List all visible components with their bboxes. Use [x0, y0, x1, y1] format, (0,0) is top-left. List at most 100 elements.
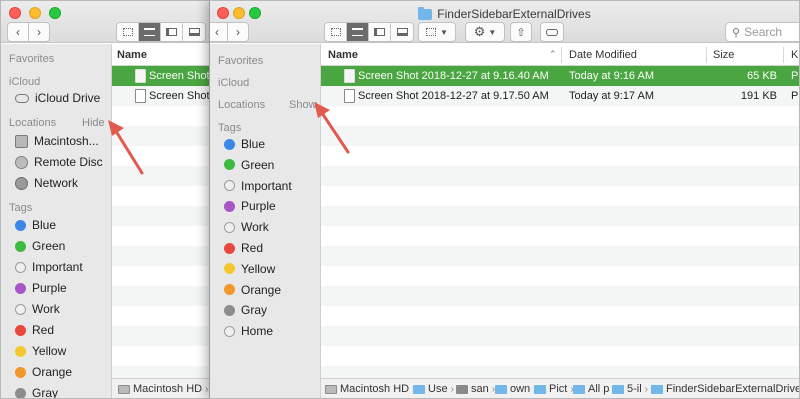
file-row[interactable]: Screen Shot 2 [112, 66, 213, 86]
path-label: Pict [549, 383, 568, 395]
search-field[interactable]: ⚲ [725, 22, 799, 42]
path-item[interactable]: Use › [413, 383, 454, 395]
file-row[interactable]: Screen Shot 2018-12-27 at 9.16.40 AM Tod… [321, 66, 799, 86]
sidebar-item-tag-yellow[interactable]: Yellow [224, 262, 275, 276]
path-item[interactable]: All p› [573, 383, 616, 395]
close-window-button[interactable] [9, 7, 21, 19]
tag-color-icon [15, 366, 26, 378]
file-date: Today at 9:16 AM [569, 70, 654, 82]
locations-header: Locations [218, 99, 266, 111]
chevron-left-icon: ‹ [215, 25, 219, 39]
disc-icon [15, 155, 28, 169]
locations-hide-toggle[interactable]: Hide [82, 117, 105, 129]
sidebar-item-tag-blue[interactable]: Blue [15, 218, 56, 232]
minimize-window-button[interactable] [29, 7, 41, 19]
sidebar-item-tag-work[interactable]: Work [15, 302, 60, 316]
column-view-button[interactable] [161, 23, 183, 41]
column-divider [783, 47, 784, 63]
column-view-button[interactable] [369, 23, 391, 41]
gear-icon: ⚙ [473, 24, 486, 39]
sidebar-item-label: Green [241, 157, 275, 172]
path-item[interactable]: Macintosh HD › [118, 383, 213, 395]
sidebar-item-tag-orange[interactable]: Orange [224, 283, 281, 297]
locations-header: Locations [9, 117, 57, 129]
locations-show-toggle[interactable]: Show [289, 99, 317, 111]
file-kind: P [791, 90, 799, 102]
tag-color-icon [224, 138, 235, 150]
tag-color-icon [15, 219, 26, 231]
column-header-name[interactable]: Name [328, 49, 358, 61]
back-button[interactable]: ‹ [210, 22, 228, 42]
forward-button[interactable]: › [227, 22, 249, 42]
tag-color-icon [15, 345, 26, 357]
sidebar: Favorites iCloud iCloud Drive Locations … [1, 44, 112, 398]
sidebar-item-tag-orange[interactable]: Orange [15, 365, 72, 379]
file-icon [344, 89, 355, 103]
file-row[interactable]: Screen Shot 2 [112, 86, 213, 106]
hard-drive-icon [118, 384, 130, 394]
column-divider [706, 47, 707, 63]
path-item[interactable]: Pict› [534, 383, 574, 395]
column-header-date-modified[interactable]: Date Modified [569, 49, 637, 61]
sidebar-item-tag-green[interactable]: Green [15, 239, 65, 253]
icon-view-button[interactable] [325, 23, 347, 41]
list-view-button[interactable] [139, 23, 161, 41]
back-button[interactable]: ‹ [7, 22, 29, 42]
view-mode-segment [324, 22, 414, 42]
path-item[interactable]: Macintosh HD› [325, 383, 415, 395]
path-item[interactable]: san › [456, 383, 495, 395]
forward-button[interactable]: › [28, 22, 50, 42]
path-bar: Macintosh HD › [112, 378, 213, 398]
sidebar-item-tag-blue[interactable]: Blue [224, 137, 265, 151]
group-by-button[interactable]: ▼ [418, 22, 456, 42]
path-item[interactable]: 5-il › [612, 383, 648, 395]
gallery-view-button[interactable] [391, 23, 413, 41]
sidebar-item-tag-home[interactable]: Home [224, 324, 273, 338]
file-name: Screen Shot 2 [149, 90, 214, 102]
path-item[interactable]: FinderSidebarExternalDrives [651, 383, 799, 395]
zoom-window-button[interactable] [49, 7, 61, 19]
sidebar-item-tag-purple[interactable]: Purple [224, 199, 276, 213]
sidebar-item-macintosh-hd[interactable]: Macintosh... [15, 134, 99, 148]
sidebar-item-tag-important[interactable]: Important [15, 260, 83, 274]
path-bar: Macintosh HD›Use›san›own›Pict›All p›5-il… [321, 378, 799, 398]
sidebar-item-icloud-drive[interactable]: iCloud Drive [15, 91, 100, 105]
sidebar-item-tag-work[interactable]: Work [224, 220, 269, 234]
action-menu-button[interactable]: ⚙ ▼ [465, 22, 505, 42]
file-size: 65 KB [747, 70, 777, 82]
tag-color-icon [15, 324, 26, 336]
view-mode-segment [116, 22, 206, 42]
tag-color-icon [224, 242, 235, 254]
search-input[interactable] [744, 25, 799, 39]
sidebar-item-label: Gray [241, 303, 268, 318]
sidebar-item-tag-gray[interactable]: Gray [15, 386, 58, 398]
tag-color-icon [15, 387, 26, 398]
file-icon [135, 89, 146, 103]
columns-icon [374, 28, 385, 36]
sidebar-item-remote-disc[interactable]: Remote Disc [15, 155, 103, 169]
share-button[interactable]: ⇧ [510, 22, 532, 42]
tag-color-icon [224, 284, 235, 296]
home-icon [456, 384, 468, 394]
edit-tags-button[interactable] [540, 22, 564, 42]
sidebar-item-tag-important[interactable]: Important [224, 179, 292, 193]
gallery-view-button[interactable] [183, 23, 205, 41]
sidebar-item-tag-red[interactable]: Red [15, 323, 54, 337]
tag-color-icon [224, 180, 235, 192]
list-view-button[interactable] [347, 23, 369, 41]
sidebar-item-tag-green[interactable]: Green [224, 158, 274, 172]
column-header-name[interactable]: Name [117, 49, 147, 61]
path-item[interactable]: own› [495, 383, 537, 395]
file-row[interactable]: Screen Shot 2018-12-27 at 9.17.50 AM Tod… [321, 86, 799, 106]
column-header-kind[interactable]: K [791, 49, 798, 61]
sidebar-item-tag-purple[interactable]: Purple [15, 281, 67, 295]
file-rows: Screen Shot 2018-12-27 at 9.16.40 AM Tod… [321, 66, 799, 398]
column-header-size[interactable]: Size [713, 49, 734, 61]
tag-color-icon [224, 263, 235, 275]
icon-view-button[interactable] [117, 23, 139, 41]
sidebar-item-tag-red[interactable]: Red [224, 241, 263, 255]
sidebar-item-tag-yellow[interactable]: Yellow [15, 344, 66, 358]
file-name: Screen Shot 2018-12-27 at 9.16.40 AM [358, 70, 549, 82]
sidebar-item-tag-gray[interactable]: Gray [224, 303, 267, 317]
sidebar-item-network[interactable]: Network [15, 176, 78, 190]
